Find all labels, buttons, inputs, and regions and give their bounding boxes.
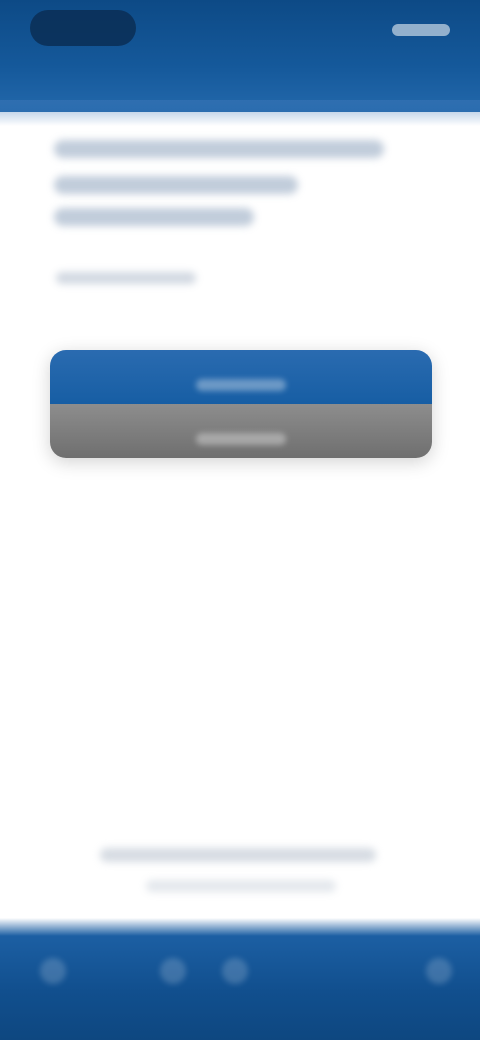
- heading-line-1: [54, 140, 384, 158]
- secondary-button-label: [196, 433, 286, 445]
- secondary-button[interactable]: [50, 404, 432, 458]
- heading-line-2: [54, 176, 298, 194]
- footer-line-1[interactable]: [100, 848, 376, 862]
- bookmark-icon[interactable]: [222, 958, 248, 984]
- search-icon[interactable]: [160, 958, 186, 984]
- footer-line-2[interactable]: [146, 880, 336, 892]
- menu-icon[interactable]: [426, 958, 452, 984]
- home-icon[interactable]: [40, 958, 66, 984]
- app-logo[interactable]: [30, 10, 136, 46]
- app-screen: [0, 0, 480, 1040]
- header-shadow: [0, 100, 480, 126]
- heading-line-3: [54, 208, 254, 226]
- primary-button-label: [196, 379, 286, 391]
- primary-button[interactable]: [50, 350, 432, 404]
- header-status: [392, 24, 450, 36]
- header-bar: [0, 0, 480, 112]
- subtext: [56, 272, 196, 284]
- action-card: [50, 350, 432, 458]
